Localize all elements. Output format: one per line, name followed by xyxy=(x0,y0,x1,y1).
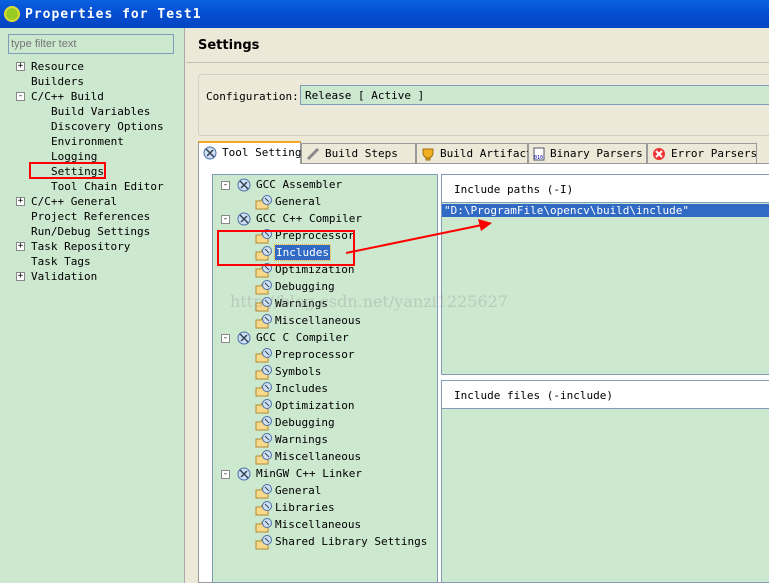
collapse-icon[interactable]: - xyxy=(221,181,230,190)
build-artifact-icon xyxy=(421,147,435,163)
tab-label: Error Parsers xyxy=(671,147,758,160)
collapse-icon[interactable]: - xyxy=(221,334,230,343)
folder-icon xyxy=(255,518,273,536)
folder-icon xyxy=(255,382,273,400)
collapse-icon[interactable]: - xyxy=(16,92,25,101)
tree-item-symbols[interactable]: Symbols xyxy=(275,364,321,379)
tree-item-gcc-c-compiler[interactable]: GCC C++ Compiler xyxy=(256,211,362,226)
nav-item-discovery-options[interactable]: Discovery Options xyxy=(51,119,164,134)
page-title: Settings xyxy=(198,38,260,53)
tree-item-includes[interactable]: Includes xyxy=(275,381,328,396)
filter-input[interactable] xyxy=(8,34,174,54)
nav-item-project-references[interactable]: Project References xyxy=(31,209,150,224)
nav-item-logging[interactable]: Logging xyxy=(51,149,97,164)
tree-item-shared-library-settings[interactable]: Shared Library Settings xyxy=(275,534,427,549)
folder-icon xyxy=(255,535,273,553)
nav-item-c-c-build[interactable]: C/C++ Build xyxy=(31,89,104,104)
tree-item-preprocessor[interactable]: Preprocessor xyxy=(275,347,354,362)
include-path-item[interactable]: "D:\ProgramFile\opencv\build\include" xyxy=(442,204,769,217)
tool-settings-tree: - GCC Assembler General - GCC C++ Compiler Pr… xyxy=(212,174,438,583)
navigation-panel: + ResourceBuilders-C/C++ BuildBuild Varia… xyxy=(0,28,185,583)
tree-item-debugging[interactable]: Debugging xyxy=(275,279,335,294)
folder-icon xyxy=(255,365,273,383)
configuration-label: Configuration: xyxy=(206,90,299,103)
tree-item-libraries[interactable]: Libraries xyxy=(275,500,335,515)
tab-label: Tool Settings xyxy=(222,146,309,159)
tree-item-gcc-assembler[interactable]: GCC Assembler xyxy=(256,177,342,192)
tool-icon xyxy=(237,331,251,348)
expand-icon[interactable]: + xyxy=(16,242,25,251)
tree-item-miscellaneous[interactable]: Miscellaneous xyxy=(275,313,361,328)
tree-item-warnings[interactable]: Warnings xyxy=(275,296,328,311)
tree-item-general[interactable]: General xyxy=(275,194,321,209)
nav-item-run-debug-settings[interactable]: Run/Debug Settings xyxy=(31,224,150,239)
nav-item-task-tags[interactable]: Task Tags xyxy=(31,254,91,269)
folder-icon xyxy=(255,263,273,281)
tab-build-steps[interactable]: Build Steps xyxy=(301,143,416,163)
tree-item-mingw-c-linker[interactable]: MinGW C++ Linker xyxy=(256,466,362,481)
configuration-select[interactable]: Release [ Active ] xyxy=(300,85,769,105)
tool-settings-icon xyxy=(203,146,217,164)
tab-label: Build Artifact xyxy=(440,147,533,160)
tree-item-optimization[interactable]: Optimization xyxy=(275,262,354,277)
tab-binary-parsers[interactable]: 010 Binary Parsers xyxy=(528,143,647,163)
window-title: Properties for Test1 xyxy=(25,6,202,22)
expand-icon[interactable]: + xyxy=(16,272,25,281)
tree-item-preprocessor[interactable]: Preprocessor xyxy=(275,228,354,243)
tree-item-gcc-c-compiler[interactable]: GCC C Compiler xyxy=(256,330,349,345)
folder-icon xyxy=(255,229,273,247)
folder-icon xyxy=(255,484,273,502)
tree-item-debugging[interactable]: Debugging xyxy=(275,415,335,430)
error-parsers-icon xyxy=(652,147,666,163)
folder-icon xyxy=(255,348,273,366)
folder-icon xyxy=(255,280,273,298)
nav-item-build-variables[interactable]: Build Variables xyxy=(51,104,150,119)
nav-item-tool-chain-editor[interactable]: Tool Chain Editor xyxy=(51,179,164,194)
binary-parsers-icon: 010 xyxy=(533,147,545,163)
include-files-header: Include files (-include) xyxy=(442,381,769,409)
app-logo-icon xyxy=(4,6,20,22)
tab-build-artifact[interactable]: Build Artifact xyxy=(416,143,533,163)
tool-icon xyxy=(237,212,251,229)
folder-icon xyxy=(255,433,273,451)
folder-icon xyxy=(255,246,273,264)
collapse-icon[interactable]: - xyxy=(221,215,230,224)
tab-error-parsers[interactable]: Error Parsers xyxy=(647,143,757,163)
tree-item-miscellaneous[interactable]: Miscellaneous xyxy=(275,517,361,532)
nav-item-environment[interactable]: Environment xyxy=(51,134,124,149)
expand-icon[interactable]: + xyxy=(16,62,25,71)
include-paths-header: Include paths (-I) xyxy=(442,175,769,203)
tree-item-general[interactable]: General xyxy=(275,483,321,498)
nav-item-task-repository[interactable]: Task Repository xyxy=(31,239,130,254)
tree-item-warnings[interactable]: Warnings xyxy=(275,432,328,447)
expand-icon[interactable]: + xyxy=(16,197,25,206)
tab-label: Binary Parsers xyxy=(550,147,643,160)
tree-item-includes[interactable]: Includes xyxy=(274,244,331,261)
tool-icon xyxy=(237,178,251,195)
nav-item-validation[interactable]: Validation xyxy=(31,269,97,284)
divider xyxy=(186,62,769,63)
settings-page: Settings Configuration: Release [ Active… xyxy=(186,28,769,583)
configuration-group xyxy=(198,74,769,136)
folder-icon xyxy=(255,416,273,434)
title-bar: Properties for Test1 xyxy=(0,0,769,28)
include-paths-panel: Include paths (-I) "D:\ProgramFile\openc… xyxy=(441,174,769,375)
folder-icon xyxy=(255,399,273,417)
nav-item-settings[interactable]: Settings xyxy=(51,164,104,179)
folder-icon xyxy=(255,501,273,519)
tree-item-miscellaneous[interactable]: Miscellaneous xyxy=(275,449,361,464)
tool-icon xyxy=(237,467,251,484)
include-files-panel: Include files (-include) xyxy=(441,380,769,583)
svg-text:010: 010 xyxy=(534,155,543,161)
collapse-icon[interactable]: - xyxy=(221,470,230,479)
nav-item-resource[interactable]: Resource xyxy=(31,59,84,74)
tab-label: Build Steps xyxy=(325,147,398,160)
nav-item-c-c-general[interactable]: C/C++ General xyxy=(31,194,117,209)
tree-item-optimization[interactable]: Optimization xyxy=(275,398,354,413)
nav-item-builders[interactable]: Builders xyxy=(31,74,84,89)
folder-icon xyxy=(255,297,273,315)
build-steps-icon xyxy=(306,147,320,163)
tab-tool-settings[interactable]: Tool Settings xyxy=(198,141,308,164)
